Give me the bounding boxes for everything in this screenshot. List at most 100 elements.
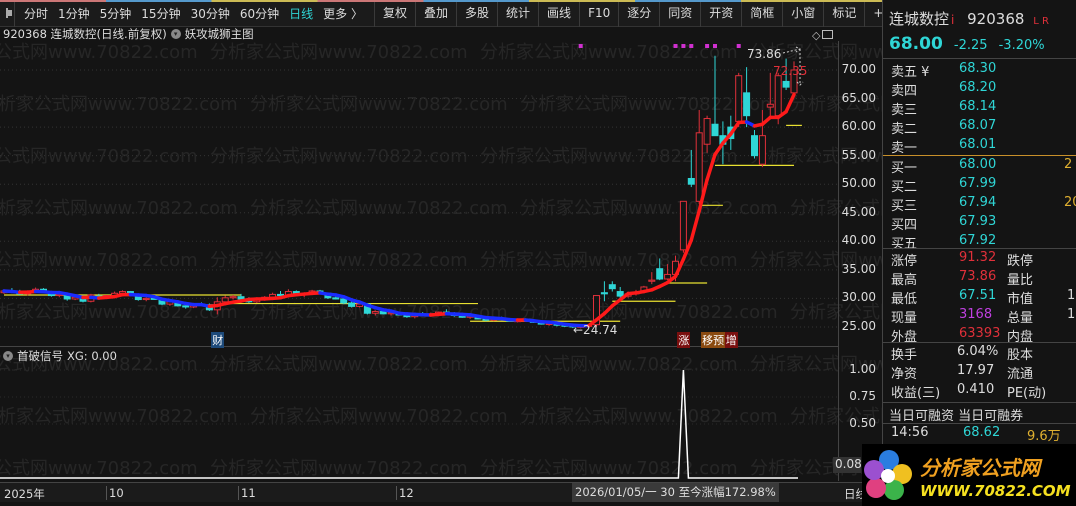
- period-tab-1[interactable]: 1分钟: [53, 5, 95, 22]
- toolbar-button-2[interactable]: 多股: [456, 0, 497, 27]
- event-marker[interactable]: 财: [211, 332, 225, 348]
- toolbar-button-3[interactable]: 统计: [497, 0, 538, 27]
- divider: [883, 248, 1076, 249]
- sub-tick: 0.75: [849, 389, 876, 403]
- stat-value: 67.51: [959, 288, 997, 303]
- ask-label: 卖一: [891, 141, 918, 156]
- ask-price: 68.20: [959, 80, 997, 95]
- site-logo: 分析家公式网 WWW.70822.COM: [862, 444, 1076, 506]
- stat-value: 91.32: [959, 250, 997, 265]
- ma-line-segment: [713, 141, 725, 157]
- toolbar-button-0[interactable]: 复权: [373, 0, 415, 27]
- tick-volume: 9.6万: [1027, 429, 1061, 444]
- stat-label: 现量: [891, 311, 918, 326]
- candle-body: [743, 92, 751, 117]
- toolbar-button-8[interactable]: 开资: [700, 0, 741, 27]
- ask-row: 卖一 68.01: [889, 137, 1076, 156]
- price-tick: 65.00: [841, 90, 876, 105]
- quote-title: 连城数控 i 920368 L R: [889, 8, 1049, 29]
- toolbar-button-5[interactable]: F10: [579, 0, 618, 27]
- candle-body: [348, 302, 356, 307]
- toolbar-button-7[interactable]: 同资: [659, 0, 700, 27]
- bid-row: 买一 68.00 2: [889, 157, 1076, 176]
- period-tab-3[interactable]: 15分钟: [136, 5, 185, 22]
- bid-label: 买二: [891, 180, 918, 195]
- price-tick: 35.00: [841, 261, 876, 276]
- event-marker[interactable]: 涨: [677, 332, 691, 348]
- candle-body: [664, 273, 672, 280]
- candle-body: [703, 118, 711, 145]
- price-tick: 25.00: [841, 318, 876, 333]
- bid-label: 买三: [891, 199, 918, 214]
- signal-dot: [705, 44, 710, 48]
- ask-label: 卖二: [891, 122, 918, 137]
- candle-body: [340, 298, 348, 304]
- toolbar-button-6[interactable]: 逐分: [618, 0, 659, 27]
- event-marker[interactable]: 增: [724, 332, 738, 348]
- event-marker[interactable]: 移预: [701, 332, 726, 348]
- price-tick: 45.00: [841, 204, 876, 219]
- x-label: 12: [396, 486, 414, 500]
- signal-dot: [713, 44, 717, 48]
- layout-icon[interactable]: [822, 30, 833, 39]
- period-tab-6[interactable]: 日线: [284, 5, 318, 22]
- stock-name: 连城数控: [889, 10, 950, 28]
- price-tick: 30.00: [841, 290, 876, 305]
- price-axis: 0.08 70.00 65.00 60.00 55.00 50.00 45.00 40.00…: [833, 41, 882, 481]
- info-flag-icon[interactable]: i: [951, 13, 954, 27]
- formula-name[interactable]: 妖攻城狮主图: [185, 26, 254, 42]
- period-tab-5[interactable]: 60分钟: [235, 5, 284, 22]
- stat-label: 最高: [891, 273, 918, 288]
- panel-toggle-icon[interactable]: [6, 8, 12, 18]
- toolbar-button-4[interactable]: 画线: [538, 0, 579, 27]
- low-price-label: ←24.74: [573, 323, 617, 337]
- cursor-date-status: 2026/01/05/一 30 至今涨幅172.98%: [572, 483, 779, 502]
- stat-value: 63393: [959, 326, 1001, 341]
- stat-label: 市值: [1007, 292, 1034, 307]
- period-tab-7[interactable]: 更多 〉: [318, 5, 368, 22]
- candle-body: [371, 311, 379, 314]
- chart-title-row: 920368 连城数控(日线.前复权) ▾ 妖攻城狮主图: [0, 27, 254, 41]
- bid-price: 67.92: [959, 233, 997, 248]
- price-chart[interactable]: 73.86 72.35 ←24.74: [0, 41, 838, 346]
- stat-label: 最低: [891, 292, 918, 307]
- toolbar-button-10[interactable]: 小窗: [782, 0, 823, 27]
- candle-body: [711, 123, 719, 137]
- sub-cursor-value: 0.08: [833, 457, 862, 473]
- candle-body: [751, 135, 758, 157]
- candle-body: [679, 200, 687, 251]
- bid-row: 买二 67.99: [889, 176, 1076, 195]
- candle-body: [600, 292, 608, 295]
- price-tick: 40.00: [841, 233, 876, 248]
- ask-label: 卖三: [891, 103, 918, 118]
- divider: [883, 342, 1076, 343]
- mid-price-label: 72.35: [773, 64, 807, 78]
- candle-body: [616, 291, 624, 297]
- toolbar-button-11[interactable]: 标记: [823, 0, 864, 27]
- candle-body: [332, 297, 340, 300]
- fin-label: 流通: [1007, 367, 1034, 382]
- divider: [883, 423, 1076, 424]
- stat-row: 最低 67.51 市值 1: [889, 288, 1076, 307]
- tick-price: 68.62: [963, 425, 1001, 440]
- candle-body: [648, 279, 656, 282]
- stat-value: 73.86: [959, 269, 997, 284]
- toolbar-button-9[interactable]: 简框: [741, 0, 782, 27]
- sub-tick: 0.50: [849, 416, 876, 430]
- price-tick: 50.00: [841, 176, 876, 191]
- toolbar-button-1[interactable]: 叠加: [415, 0, 456, 27]
- signal-chart[interactable]: [0, 347, 838, 481]
- period-tab-2[interactable]: 5分钟: [95, 5, 137, 22]
- formula-dropdown-icon[interactable]: ▾: [170, 29, 181, 39]
- period-tab-0[interactable]: 分时: [19, 5, 53, 22]
- bid-price: 67.99: [959, 176, 997, 191]
- stat-row: 涨停 91.32 跌停: [889, 250, 1076, 269]
- bid-ask-divider: [883, 155, 1076, 156]
- divider: [883, 58, 1076, 59]
- margin-header: 当日可融资 当日可融券: [889, 409, 1024, 424]
- stat-value: 1: [1067, 307, 1076, 322]
- signal-dot: [681, 44, 686, 48]
- ma-line-segment: [784, 92, 796, 114]
- period-tab-4[interactable]: 30分钟: [186, 5, 235, 22]
- fin-row: 收益(三) 0.410 PE(动): [889, 382, 1076, 401]
